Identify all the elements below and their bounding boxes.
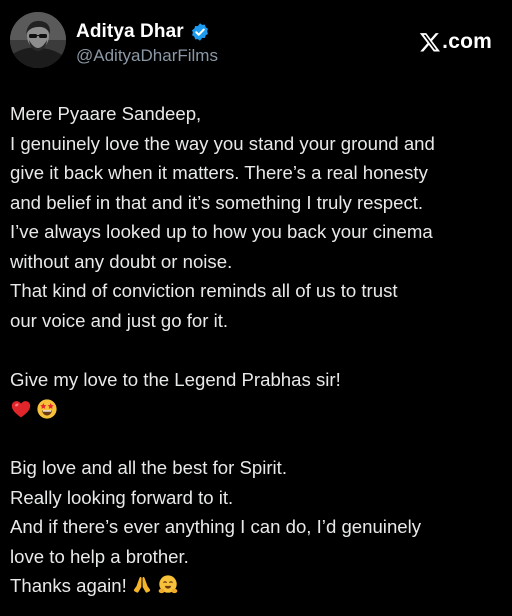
avatar[interactable]: [10, 12, 66, 68]
post-card: Aditya Dhar @AdityaDharFilms .com Mere P…: [0, 0, 512, 616]
name-row: Aditya Dhar: [76, 20, 210, 44]
verified-badge-icon: [190, 22, 210, 42]
brand-domain-text: .com: [442, 30, 492, 53]
post-text: Mere Pyaare Sandeep, I genuinely love th…: [10, 99, 500, 601]
post-line: I’ve always looked up to how you back yo…: [10, 221, 433, 242]
post-line: our voice and just go for it.: [10, 309, 229, 331]
display-name[interactable]: Aditya Dhar: [76, 21, 184, 43]
folded-hands-emoji: [131, 574, 153, 596]
post-header: Aditya Dhar @AdityaDharFilms .com: [10, 10, 502, 70]
post-line: give it back when it matters. There’s a …: [10, 162, 428, 183]
final-emojis: [131, 574, 179, 596]
post-line: without any doubt or noise.: [10, 250, 233, 272]
x-logo-icon: [419, 31, 441, 53]
post-line-final: Thanks again!: [10, 571, 500, 601]
emoji-line: [10, 394, 500, 424]
thanks-text: Thanks again!: [10, 575, 127, 596]
user-handle[interactable]: @AdityaDharFilms: [76, 46, 218, 66]
red-heart-emoji: [10, 398, 32, 420]
avatar-photo-icon: [10, 12, 66, 68]
star-struck-emoji: [36, 398, 58, 420]
post-line: I genuinely love the way you stand your …: [10, 132, 435, 154]
hugging-face-emoji: [157, 574, 179, 596]
post-line: Mere Pyaare Sandeep,: [10, 103, 202, 124]
post-line: Really looking forward to it.: [10, 486, 234, 508]
post-line: Give my love to the Legend Prabhas sir!: [10, 368, 341, 390]
post-line: That kind of conviction reminds all of u…: [10, 280, 398, 301]
brand-watermark: .com: [419, 30, 492, 54]
post-line: love to help a brother.: [10, 545, 189, 567]
post-line: Big love and all the best for Spirit.: [10, 457, 287, 478]
post-line: And if there’s ever anything I can do, I…: [10, 516, 422, 537]
post-line: and belief in that and it’s something I …: [10, 191, 424, 213]
